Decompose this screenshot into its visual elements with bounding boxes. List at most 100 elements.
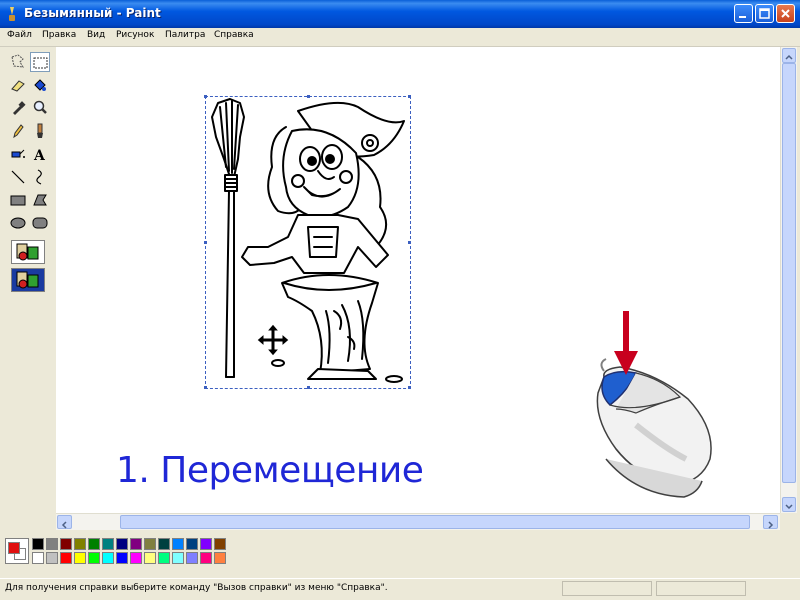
palette-swatch[interactable] (74, 538, 86, 550)
palette-swatch[interactable] (60, 552, 72, 564)
eyedropper-icon (13, 101, 26, 115)
palette-swatch[interactable] (172, 552, 184, 564)
palette-swatch[interactable] (158, 538, 170, 550)
palette-swatch[interactable] (102, 538, 114, 550)
line-tool[interactable] (8, 167, 28, 187)
scroll-down-button[interactable] (782, 497, 796, 512)
fill-tool[interactable] (30, 75, 50, 95)
step-caption: 1. Перемещение (116, 450, 424, 491)
palette-swatch[interactable] (214, 538, 226, 550)
palette-swatch[interactable] (200, 538, 212, 550)
current-colors[interactable] (5, 538, 29, 564)
airbrush-icon (11, 149, 25, 158)
palette-swatch[interactable] (186, 538, 198, 550)
menu-colors[interactable]: Палитра (165, 30, 205, 40)
curve-tool[interactable] (30, 167, 50, 187)
vertical-scrollbar[interactable] (780, 47, 797, 513)
resize-handle[interactable] (204, 95, 207, 98)
minimize-icon (739, 16, 746, 18)
palette-swatch[interactable] (32, 538, 44, 550)
resize-handle[interactable] (307, 95, 310, 98)
mouse-illustration (596, 311, 712, 498)
palette-swatch[interactable] (172, 538, 184, 550)
drawing-canvas[interactable]: 1. Перемещение (56, 47, 780, 513)
close-icon (781, 9, 790, 18)
vertical-scroll-thumb[interactable] (782, 63, 796, 483)
palette-swatch[interactable] (200, 552, 212, 564)
title-bar[interactable]: Безымянный - Paint (0, 0, 800, 28)
rect-select-icon (33, 57, 48, 69)
text-tool[interactable]: A (30, 144, 50, 164)
horizontal-scrollbar[interactable] (56, 513, 780, 530)
rectangle-tool[interactable] (8, 190, 28, 210)
maximize-button[interactable] (755, 4, 774, 23)
airbrush-tool[interactable] (8, 144, 28, 164)
palette-swatch[interactable] (214, 552, 226, 564)
palette-swatch[interactable] (130, 552, 142, 564)
palette-swatch[interactable] (46, 538, 58, 550)
rounded-rect-tool[interactable] (30, 213, 50, 233)
rectangle-icon (10, 195, 26, 206)
status-position-cell (562, 581, 652, 596)
scroll-right-button[interactable] (763, 515, 778, 529)
palette-swatch[interactable] (130, 538, 142, 550)
foreground-color-swatch[interactable] (8, 542, 20, 554)
palette-swatch[interactable] (116, 538, 128, 550)
arrow-right-icon (768, 521, 774, 529)
svg-text:A: A (33, 148, 46, 164)
palette-swatch[interactable] (158, 552, 170, 564)
close-button[interactable] (776, 4, 795, 23)
status-bar: Для получения справки выберите команду "… (0, 578, 800, 599)
transparent-shapes-icon (16, 271, 39, 289)
resize-handle[interactable] (408, 386, 411, 389)
palette-swatch[interactable] (32, 552, 44, 564)
opaque-mode-option[interactable] (11, 240, 45, 264)
palette-swatch[interactable] (116, 552, 128, 564)
resize-handle[interactable] (408, 95, 411, 98)
move-cursor-icon (256, 323, 290, 357)
resize-handle[interactable] (204, 386, 207, 389)
scroll-left-button[interactable] (57, 515, 72, 529)
line-icon (11, 170, 25, 184)
window-title: Безымянный - Paint (24, 6, 161, 20)
resize-handle[interactable] (408, 241, 411, 244)
status-text: Для получения справки выберите команду "… (5, 583, 388, 593)
palette-swatch[interactable] (144, 552, 156, 564)
maximize-icon (759, 8, 770, 19)
palette-swatch[interactable] (74, 552, 86, 564)
free-select-icon (11, 54, 24, 68)
ellipse-tool[interactable] (8, 213, 28, 233)
free-select-tool[interactable] (8, 52, 28, 72)
selection-marquee[interactable] (204, 95, 411, 389)
magnifier-tool[interactable] (30, 98, 50, 118)
eraser-tool[interactable] (8, 75, 28, 95)
palette-swatch[interactable] (46, 552, 58, 564)
ellipse-icon (10, 217, 26, 229)
palette-swatch[interactable] (88, 552, 100, 564)
palette-swatch[interactable] (88, 538, 100, 550)
scroll-up-button[interactable] (782, 48, 796, 63)
palette-swatch[interactable] (60, 538, 72, 550)
resize-handle[interactable] (307, 386, 310, 389)
menu-bar: Файл Правка Вид Рисунок Палитра Справка (0, 28, 800, 47)
menu-file[interactable]: Файл (7, 30, 32, 40)
brush-tool[interactable] (30, 121, 50, 141)
minimize-button[interactable] (734, 4, 753, 23)
scrollbar-corner (780, 513, 796, 529)
menu-edit[interactable]: Правка (42, 30, 76, 40)
polygon-icon (33, 194, 47, 206)
palette-swatch[interactable] (186, 552, 198, 564)
pencil-tool[interactable] (8, 121, 28, 141)
rounded-rect-icon (32, 217, 48, 229)
menu-help[interactable]: Справка (214, 30, 254, 40)
palette-swatch[interactable] (102, 552, 114, 564)
menu-image[interactable]: Рисунок (116, 30, 154, 40)
resize-handle[interactable] (204, 241, 207, 244)
menu-view[interactable]: Вид (87, 30, 105, 40)
rect-select-tool[interactable] (30, 52, 50, 72)
horizontal-scroll-thumb[interactable] (120, 515, 750, 529)
palette-swatch[interactable] (144, 538, 156, 550)
transparent-mode-option[interactable] (11, 268, 45, 292)
color-picker-tool[interactable] (8, 98, 28, 118)
polygon-tool[interactable] (30, 190, 50, 210)
